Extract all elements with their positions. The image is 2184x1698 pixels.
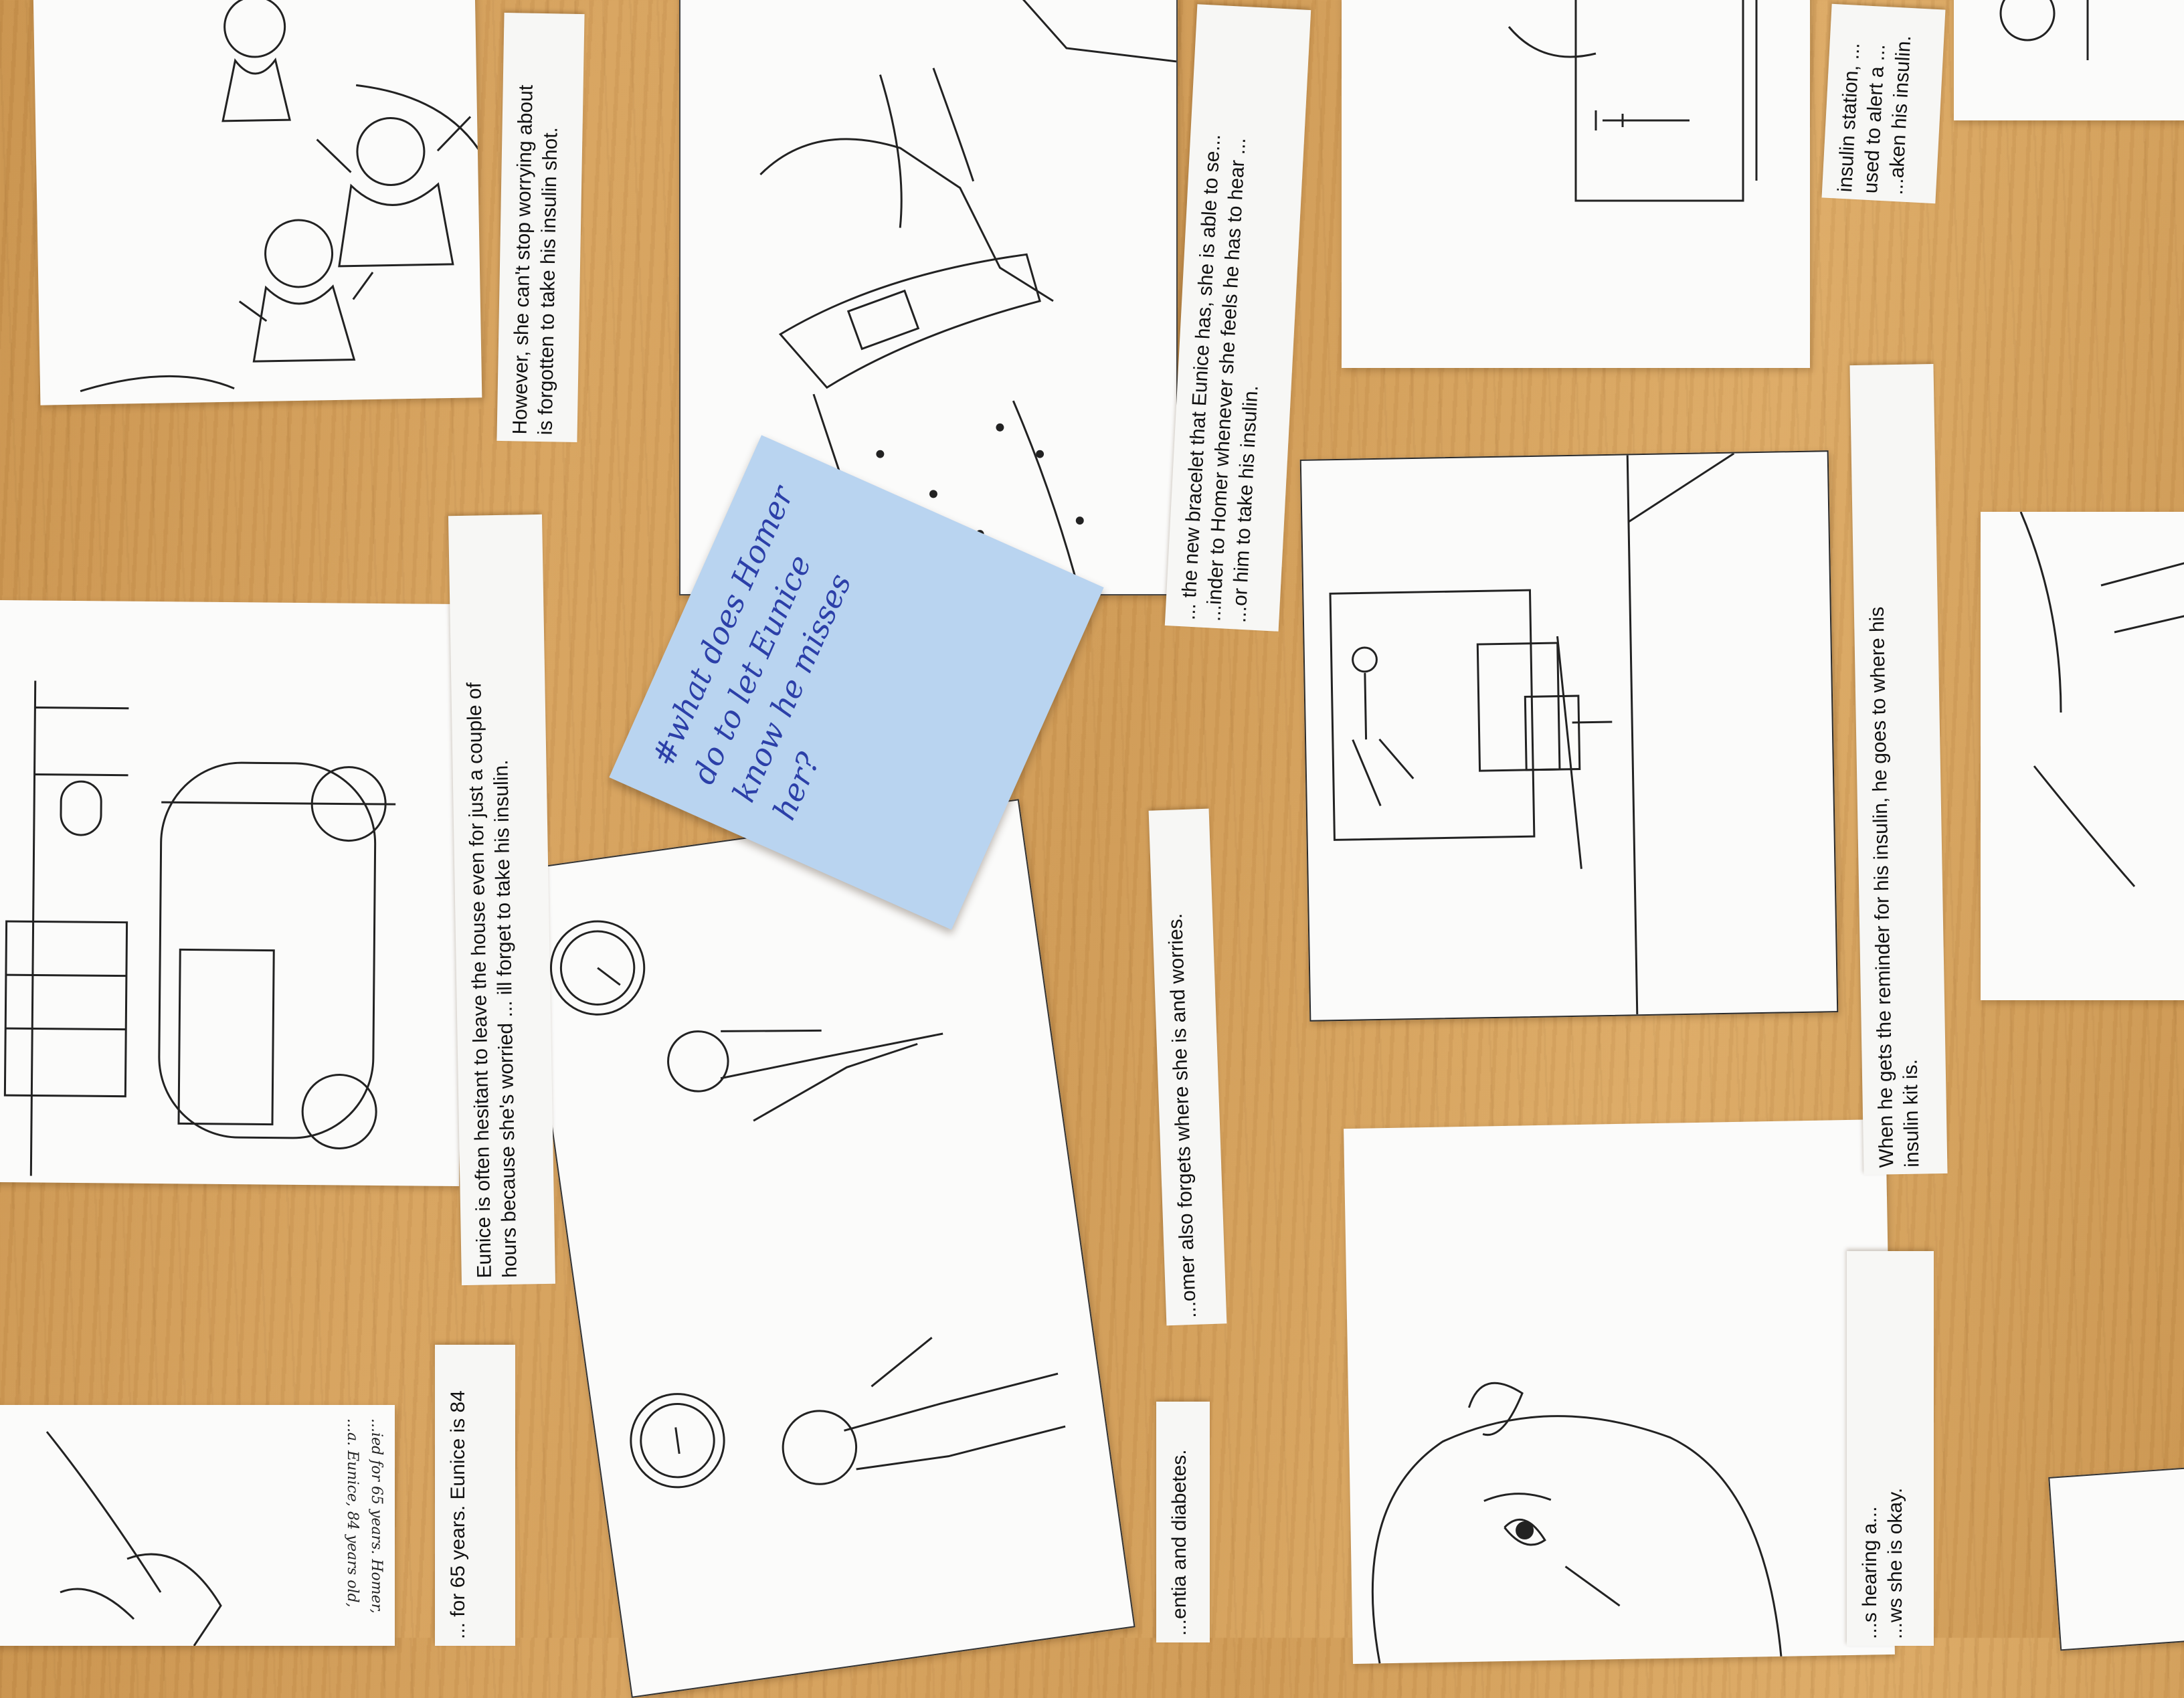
storyboard-card-top-right: [1954, 0, 2184, 120]
storyboard-card-family: [33, 0, 482, 405]
storyboard-card-eunice-homer: [515, 799, 1135, 1698]
caption-strip-station: insulin station, ... used to alert a ...…: [1821, 3, 1946, 204]
hand-sketch: [46, 1431, 222, 1646]
caption-line: ...omer also forgets where she is and wo…: [1164, 913, 1201, 1319]
insulin-cabinet-sketch: [1508, 0, 1758, 202]
storyboard-card-face: [1344, 1119, 1895, 1665]
caption-strip-married: ... for 65 years. Eunice is 84: [435, 1345, 515, 1646]
caption-strip-reminder: When he gets the reminder for his insuli…: [1849, 364, 1948, 1175]
caption-line: ...s hearing a...: [1859, 1506, 1881, 1639]
room-insulin-sketch: [1329, 452, 1735, 1015]
storyboard-card-house: [0, 599, 464, 1187]
storyboard-card-right-edge: [1981, 512, 2184, 1000]
caption-strip-dementia: ...entia and diabetes.: [1156, 1402, 1210, 1642]
homer-face-sketch: [1371, 1382, 1783, 1664]
storyboard-card-room: [1299, 450, 1839, 1022]
family-sketch: [80, 0, 482, 393]
eunice-homer-sketch: [549, 920, 1066, 1489]
caption-strip-hesitant: Eunice is often hesitant to leave the ho…: [448, 514, 556, 1286]
arm-sketch: [2019, 512, 2184, 887]
caption-strip-bracelet: ... the new bracelet that Eunice has, sh…: [1164, 4, 1311, 632]
caption-strip-forgets: ...omer also forgets where she is and wo…: [1148, 808, 1227, 1326]
caption-line: ...ws she is okay.: [1884, 1487, 1906, 1639]
handwritten-line-1: ...ied for 65 years. Homer,: [368, 1418, 385, 1614]
caption-strip-okay: ...s hearing a... ...ws she is okay.: [1847, 1251, 1934, 1646]
handwritten-line-2: ...a. Eunice, 84 years old,: [344, 1418, 361, 1608]
storyboard-card-cabinet: [1342, 0, 1810, 368]
storyboard-card-bottom-right: [2048, 1467, 2184, 1651]
face-sketch: [1999, 0, 2089, 60]
caption-line: ...entia and diabetes.: [1168, 1449, 1190, 1636]
house-car-sketch: [3, 680, 396, 1176]
caption-line: ... for 65 years. Eunice is 84: [447, 1390, 469, 1639]
caption-strip-worry: However, she can't stop worrying about i…: [496, 13, 585, 442]
handwritten-note: ...ied for 65 years. Homer, ...a. Eunice…: [340, 1418, 388, 1632]
storyboard-card-handwritten: ...ied for 65 years. Homer, ...a. Eunice…: [0, 1405, 395, 1646]
